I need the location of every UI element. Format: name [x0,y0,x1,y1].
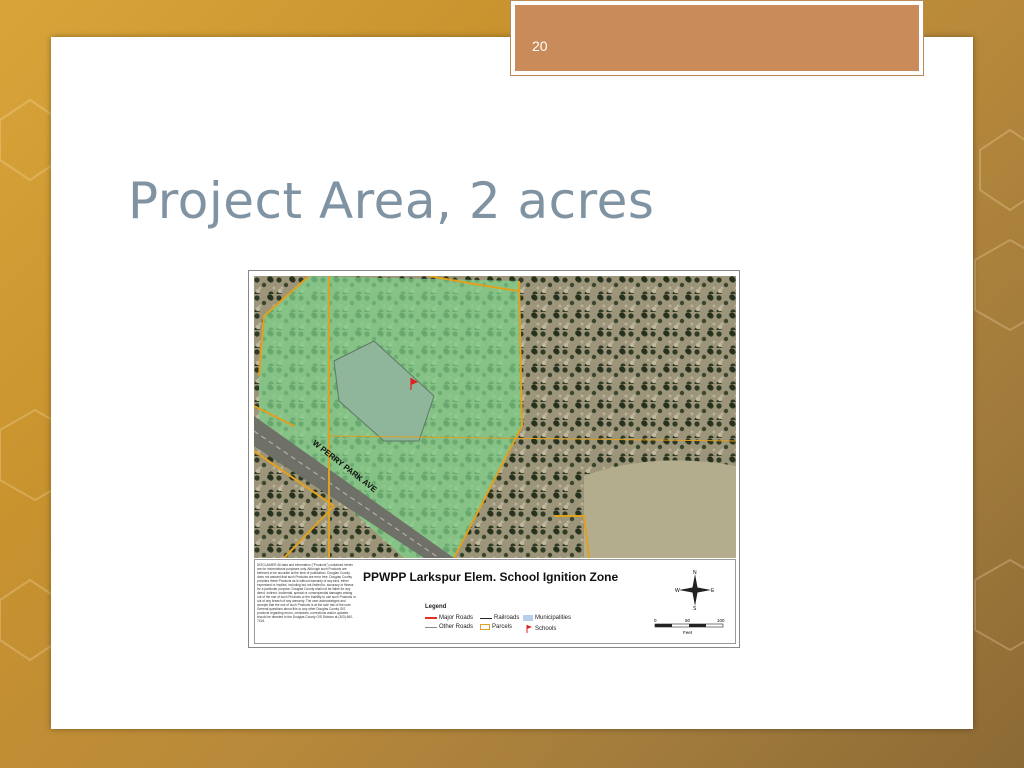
compass-n: N [693,570,697,576]
municipality-symbol [523,615,533,621]
map-disclaimer: DISCLAIMER All data and information ("Pr… [257,563,356,623]
compass-e: E [711,588,715,594]
compass-rose-icon: N S E W [675,570,715,610]
slide-number-tab [510,0,924,76]
legend-railroads: Railroads [480,615,519,621]
compass-w: W [675,588,680,594]
parcel-symbol [480,624,490,630]
legend-parcels: Parcels [480,624,512,630]
legend-major-roads: Major Roads [425,615,473,621]
legend-heading: Legend [425,604,447,610]
slide-number: 20 [532,38,548,54]
major-road-symbol [425,617,437,619]
legend-municipalities: Municipalities [523,615,571,621]
other-road-symbol [425,626,437,628]
railroad-symbol [480,617,492,619]
scale-bar: 0 50 100 Feet [654,618,725,635]
school-flag-icon [526,625,532,633]
map-legend-panel: DISCLAIMER All data and information ("Pr… [254,559,736,644]
slide-title: Project Area, 2 acres [128,172,655,230]
compass-s: S [693,606,697,610]
scale-tick-50: 50 [685,618,691,623]
legend-schools: Schools [525,624,556,633]
map-figure: W PERRY PARK AVE DISCLAIMER All data and… [248,270,740,648]
scale-tick-100: 100 [717,618,725,623]
scale-unit: Feet [683,630,693,635]
map-title: PPWPP Larkspur Elem. School Ignition Zon… [363,570,619,584]
scale-tick-0: 0 [654,618,657,623]
legend-other-roads: Other Roads [425,624,473,630]
aerial-map: W PERRY PARK AVE [254,276,736,558]
meadow [584,460,736,558]
